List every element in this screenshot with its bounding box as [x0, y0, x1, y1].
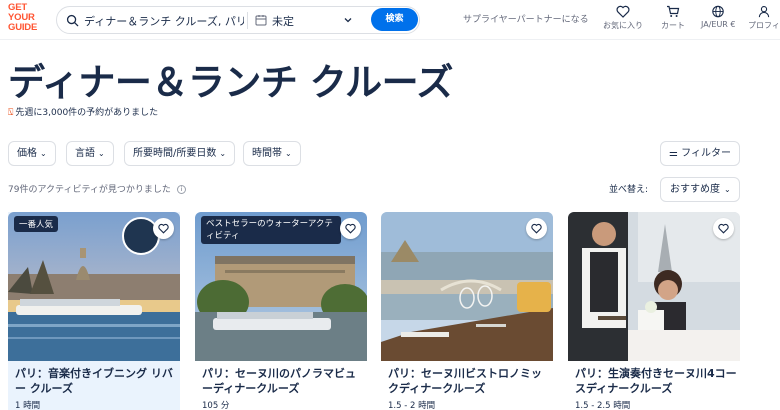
supplier-partner-link[interactable]: サプライヤーパートナーになる [463, 12, 589, 25]
card-duration: 105 分 [202, 401, 230, 410]
card-duration: 1.5 - 2.5 時間 [575, 401, 631, 410]
info-icon[interactable]: i [176, 185, 186, 194]
chevron-down-icon: ⌄ [98, 149, 105, 158]
header: GET YOUR GUIDE ディナー＆ランチ クルーズ, パリ 未定 検索 サ… [0, 0, 780, 40]
nav-cart-label: カート [661, 21, 685, 30]
card-duration: 1 時間 [15, 401, 41, 410]
card-badge: ベストセラーのウォーターアクティビティ [201, 216, 341, 244]
search-button[interactable]: 検索 [371, 8, 418, 31]
activity-card[interactable]: 一番人気 パリ：音楽付きイブニング リバー クルーズ 1 時間 [8, 212, 180, 410]
chevron-down-icon: ⌄ [724, 185, 731, 194]
activity-image[interactable] [568, 212, 740, 361]
filters-button-label: フィルター [681, 148, 731, 159]
heart-icon [158, 223, 169, 234]
nav-language-label: JA/EUR € [701, 20, 736, 29]
card-title[interactable]: パリ：セーヌ川のパノラマビューディナークルーズ [202, 366, 364, 396]
filter-time-label: 時間帯 [252, 148, 282, 159]
card-badge: 一番人気 [14, 216, 59, 232]
filters-button[interactable]: ⚌ フィルター [660, 141, 740, 166]
wishlist-button[interactable] [340, 218, 361, 239]
search-input[interactable]: ディナー＆ランチ クルーズ, パリ [84, 13, 244, 29]
filter-duration[interactable]: 所要時間/所要日数 ⌄ [124, 141, 236, 166]
getyourguide-logo[interactable]: GET YOUR GUIDE [8, 3, 44, 35]
card-title[interactable]: パリ：セーヌ川ビストロノミックディナークルーズ [388, 366, 550, 396]
activity-image[interactable] [381, 212, 553, 361]
cart-icon [667, 5, 680, 17]
globe-icon [712, 5, 725, 18]
sort-select-value: おすすめ度 [670, 184, 720, 195]
wishlist-button[interactable] [713, 218, 734, 239]
card-title[interactable]: パリ：生演奏付きセーヌ川4コースディナークルーズ [575, 366, 737, 396]
booking-stat-text: 先週に3,000件の予約がありました [15, 108, 159, 118]
profile-icon [758, 6, 770, 18]
search-bar[interactable]: ディナー＆ランチ クルーズ, パリ 未定 [56, 6, 420, 34]
filter-price-label: 価格 [17, 148, 37, 159]
heart-icon [718, 223, 729, 234]
date-picker[interactable]: 未定 [272, 13, 294, 29]
nav-cart[interactable]: カート [661, 5, 685, 31]
nav-wishlist-label: お気に入り [603, 21, 643, 30]
sort-label: 並べ替え: [609, 185, 649, 195]
search-icon [66, 14, 79, 27]
calendar-icon [255, 15, 267, 26]
heart-icon [616, 5, 630, 18]
booking-icon: ⍂ [8, 108, 14, 118]
card-title[interactable]: パリ：音楽付きイブニング リバー クルーズ [15, 366, 177, 396]
card-duration: 1.5 - 2 時間 [388, 401, 436, 410]
booking-stat: ⍂ 先週に3,000件の予約がありました [8, 105, 158, 118]
page-title: ディナー＆ランチ クルーズ [8, 61, 453, 104]
nav-language-currency[interactable]: JA/EUR € [701, 5, 736, 29]
search-divider [247, 12, 248, 29]
chevron-down-icon: ⌄ [40, 149, 47, 158]
filter-price[interactable]: 価格 ⌄ [8, 141, 56, 166]
chevron-down-icon: ⌄ [285, 149, 292, 158]
activity-card[interactable]: パリ：セーヌ川ビストロノミックディナークルーズ 1.5 - 2 時間 [381, 212, 553, 410]
results-count-text: 79件のアクティビティが見つかりました [8, 185, 171, 195]
results-count: 79件のアクティビティが見つかりました i [8, 182, 186, 195]
activity-card[interactable]: パリ：生演奏付きセーヌ川4コースディナークルーズ 1.5 - 2.5 時間 [568, 212, 740, 410]
chevron-down-icon[interactable] [343, 15, 353, 25]
sort-select[interactable]: おすすめ度 ⌄ [660, 177, 740, 202]
sliders-icon: ⚌ [669, 148, 678, 159]
chevron-down-icon: ⌄ [219, 149, 227, 158]
nav-profile[interactable]: プロフィ [748, 5, 780, 31]
heart-icon [531, 223, 542, 234]
heart-icon [345, 223, 356, 234]
filter-time-of-day[interactable]: 時間帯 ⌄ [243, 141, 301, 166]
filter-language-label: 言語 [75, 148, 95, 159]
wishlist-button[interactable] [526, 218, 547, 239]
activity-image[interactable]: 一番人気 [8, 212, 180, 361]
filter-duration-label: 所要時間/所要日数 [133, 148, 217, 159]
nav-wishlist[interactable]: お気に入り [603, 5, 643, 31]
activity-image[interactable]: ベストセラーのウォーターアクティビティ [195, 212, 367, 361]
filter-language[interactable]: 言語 ⌄ [66, 141, 114, 166]
nav-profile-label: プロフィ [748, 21, 780, 30]
activity-card[interactable]: ベストセラーのウォーターアクティビティ パリ：セーヌ川のパノラマビューディナーク… [195, 212, 367, 410]
wishlist-button[interactable] [153, 218, 174, 239]
